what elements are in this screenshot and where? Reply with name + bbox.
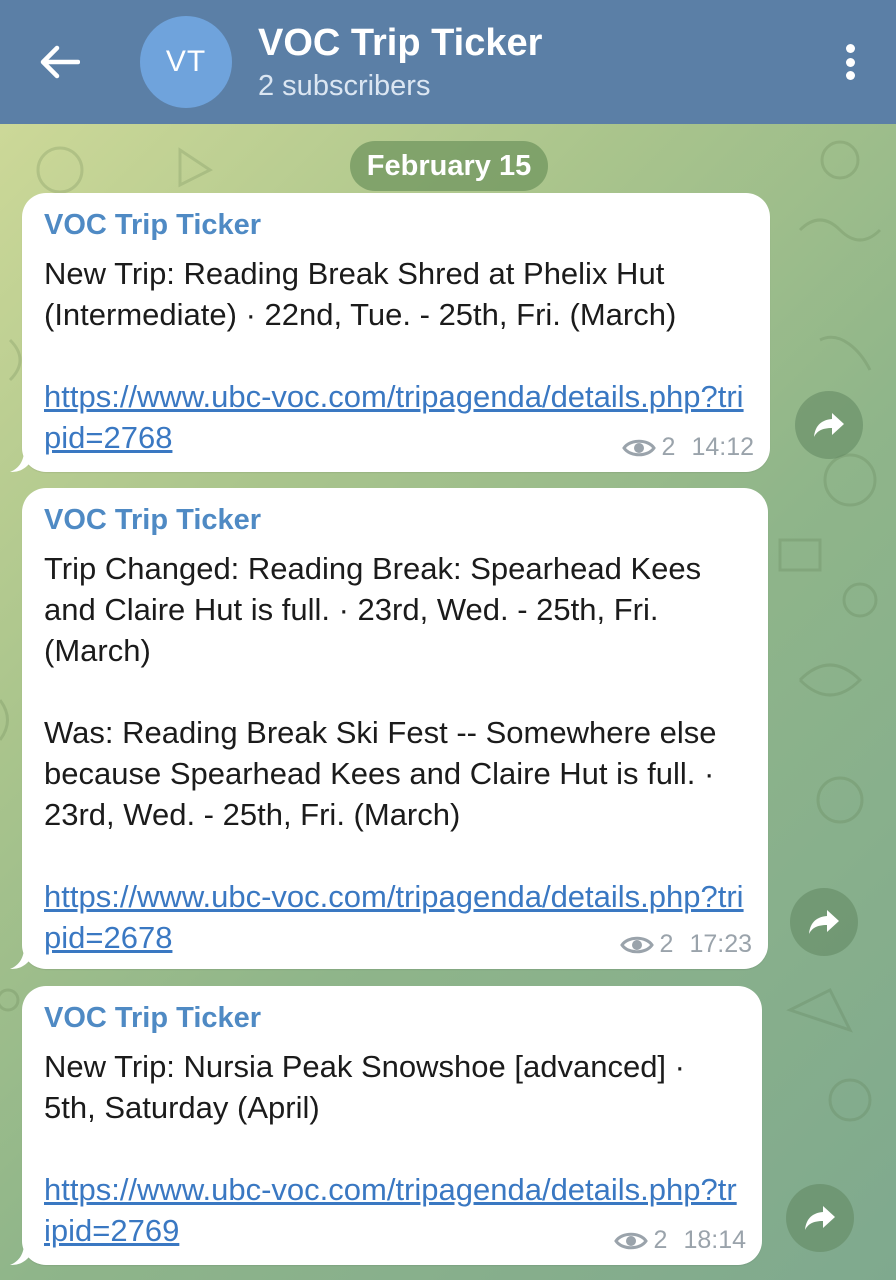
message-meta: 2 14:12 <box>621 433 754 462</box>
message-meta: 2 17:23 <box>619 930 752 959</box>
date-separator: February 15 <box>350 141 548 191</box>
subscriber-count: 2 subscribers <box>258 70 431 102</box>
message-time: 18:14 <box>683 1226 746 1254</box>
view-count: 2 <box>661 433 676 461</box>
message-sender: VOC Trip Ticker <box>44 1002 262 1034</box>
message-text: Trip Changed: Reading Break: Spearhead K… <box>44 551 717 832</box>
eye-icon <box>613 1232 648 1249</box>
eye-icon <box>621 439 656 456</box>
more-options-button[interactable] <box>830 38 870 86</box>
back-button[interactable] <box>30 34 90 90</box>
share-arrow-icon <box>805 1206 835 1230</box>
share-button[interactable] <box>786 1184 854 1252</box>
view-count: 2 <box>653 1226 668 1254</box>
channel-info[interactable]: VOC Trip Ticker 2 subscribers <box>258 20 542 106</box>
share-arrow-icon <box>814 413 844 437</box>
eye-icon <box>619 936 654 953</box>
share-arrow-icon <box>809 910 839 934</box>
message-meta: 2 18:14 <box>613 1226 746 1255</box>
channel-avatar[interactable]: VT <box>140 16 232 108</box>
avatar-initials: VT <box>165 45 207 78</box>
message-bubble[interactable]: VOC Trip Ticker New Trip: Reading Break … <box>22 193 770 472</box>
message-sender: VOC Trip Ticker <box>44 209 262 241</box>
view-count: 2 <box>659 930 674 958</box>
share-button[interactable] <box>790 888 858 956</box>
message-time: 14:12 <box>691 433 754 461</box>
message-bubble[interactable]: VOC Trip Ticker Trip Changed: Reading Br… <box>22 488 768 969</box>
share-button[interactable] <box>795 391 863 459</box>
chat-header: VT VOC Trip Ticker 2 subscribers <box>0 0 896 124</box>
message-text: New Trip: Nursia Peak Snowshoe [advanced… <box>44 1049 694 1125</box>
message-bubble[interactable]: VOC Trip Ticker New Trip: Nursia Peak Sn… <box>22 986 762 1265</box>
arrow-left-icon <box>40 45 80 79</box>
message-time: 17:23 <box>689 930 752 958</box>
message-text: New Trip: Reading Break Shred at Phelix … <box>44 256 677 332</box>
message-sender: VOC Trip Ticker <box>44 504 262 536</box>
more-vertical-icon <box>845 44 855 53</box>
channel-title: VOC Trip Ticker <box>258 22 543 64</box>
